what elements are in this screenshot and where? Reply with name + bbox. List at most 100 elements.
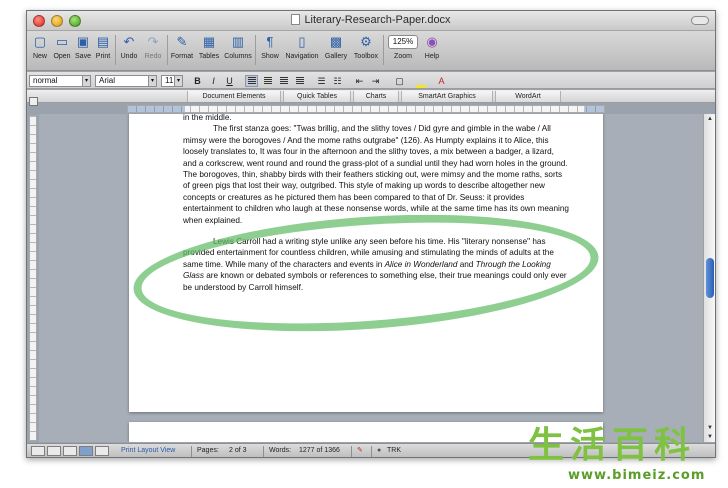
watermark-logo: 生活百科 <box>528 425 697 466</box>
tab-charts[interactable]: Charts <box>353 91 399 102</box>
status-separator <box>351 446 352 457</box>
new-doc-icon: ▢ <box>33 34 47 49</box>
notebook-view-button[interactable] <box>95 446 109 456</box>
print-icon: ▤ <box>96 34 110 49</box>
undo-button[interactable]: ↶ Undo <box>117 33 141 69</box>
bold-button[interactable]: B <box>191 75 204 87</box>
spelling-status-icon[interactable]: ✎ <box>357 444 363 457</box>
toolbar-separator <box>255 35 256 65</box>
numbering-button[interactable]: ☷ <box>331 75 344 87</box>
site-watermark: 生活百科 www.bimeiz.com <box>524 424 728 488</box>
words-label: Words: <box>269 447 292 454</box>
pages-value: 2 of 3 <box>229 447 247 454</box>
bullets-button[interactable]: ☰ <box>315 75 328 87</box>
pages-label: Pages: <box>197 447 219 454</box>
track-changes-icon: ● <box>377 447 382 454</box>
zoom-control[interactable]: 125% Zoom <box>385 33 421 69</box>
align-center-icon <box>263 77 272 84</box>
document-page[interactable]: in the middle. The first stanza goes: "T… <box>129 114 603 412</box>
toolbox-icon: ⚙ <box>360 34 372 49</box>
toolbar-separator <box>383 35 384 65</box>
font-color-button[interactable]: A <box>435 75 448 87</box>
navigation-icon: ▯ <box>298 34 306 49</box>
standard-toolbar: ▢ New ▭ Open ▣ Save ▤ Print ↶ Undo ↷ Redo ✎ For… <box>27 31 715 71</box>
ruler-ticks <box>30 116 36 440</box>
tab-wordart[interactable]: WordArt <box>495 91 561 102</box>
increase-indent-button[interactable]: ⇥ <box>369 75 382 87</box>
vertical-scrollbar[interactable]: ▲ ▼ ▼ <box>703 114 715 442</box>
track-changes-label[interactable]: TRK <box>387 444 401 457</box>
zoom-value[interactable]: 125% <box>388 35 418 49</box>
decrease-indent-button[interactable]: ⇤ <box>353 75 366 87</box>
current-view-label: Print Layout View <box>121 447 176 454</box>
toolbar-toggle-button[interactable] <box>691 16 709 25</box>
status-separator <box>263 446 264 457</box>
gallery-icon: ▩ <box>329 34 343 49</box>
toolbar-separator <box>167 35 168 65</box>
tab-smartart-graphics[interactable]: SmartArt Graphics <box>401 91 493 102</box>
columns-button[interactable]: ▥ Columns <box>223 33 253 69</box>
table-icon: ▦ <box>202 34 216 49</box>
underline-button[interactable]: U <box>223 75 236 87</box>
columns-icon: ▥ <box>231 34 245 49</box>
borders-button[interactable]: ▢ <box>393 75 406 87</box>
help-button[interactable]: ◉ Help <box>421 33 443 69</box>
document-icon <box>291 14 301 25</box>
document-canvas: in the middle. The first stanza goes: "T… <box>39 114 703 442</box>
italic-button[interactable]: I <box>207 75 220 87</box>
scroll-up-icon[interactable]: ▲ <box>706 115 714 123</box>
print-button[interactable]: ▤ Print <box>93 33 113 69</box>
navigation-button[interactable]: ▯ Navigation <box>283 33 321 69</box>
horizontal-ruler[interactable] <box>127 105 605 113</box>
brush-icon: ✎ <box>176 34 188 49</box>
font-size-select[interactable]: 11 ▾ <box>161 75 183 87</box>
document-body[interactable]: in the middle. The first stanza goes: "T… <box>183 114 569 293</box>
outline-view-button[interactable] <box>47 446 61 456</box>
undo-icon: ↶ <box>123 34 135 49</box>
print-layout-view-button[interactable] <box>79 446 93 456</box>
justify-icon <box>295 77 304 84</box>
draft-view-button[interactable] <box>31 446 45 456</box>
align-center-button[interactable] <box>261 75 274 87</box>
gallery-button[interactable]: ▩ Gallery <box>323 33 349 69</box>
redo-button[interactable]: ↷ Redo <box>141 33 165 69</box>
align-right-button[interactable] <box>277 75 290 87</box>
tab-quick-tables[interactable]: Quick Tables <box>283 91 351 102</box>
border-icon: ▢ <box>395 76 404 86</box>
chevron-down-icon: ▾ <box>82 76 90 86</box>
tab-stop-selector[interactable] <box>29 97 38 106</box>
title-bar: Literary-Research-Paper.docx <box>27 11 715 31</box>
style-select[interactable]: normal ▾ <box>29 75 91 87</box>
outdent-icon: ⇤ <box>355 76 364 86</box>
watermark-url: www.bimeiz.com <box>568 468 706 483</box>
paragraph-stanza: The first stanza goes: "Twas brillig, an… <box>183 124 569 225</box>
new-button[interactable]: ▢ New <box>29 33 51 69</box>
publishing-view-button[interactable] <box>63 446 77 456</box>
font-select[interactable]: Arial ▾ <box>95 75 157 87</box>
align-right-icon <box>279 77 288 84</box>
chevron-down-icon: ▾ <box>148 76 156 86</box>
scrollbar-thumb[interactable] <box>706 258 714 298</box>
highlight-button[interactable] <box>413 75 429 88</box>
format-button[interactable]: ✎ Format <box>169 33 195 69</box>
status-separator <box>191 446 192 457</box>
highlighter-icon <box>416 85 426 88</box>
window-title-text: Literary-Research-Paper.docx <box>304 14 451 26</box>
vertical-ruler[interactable] <box>29 115 37 441</box>
open-button[interactable]: ▭ Open <box>51 33 73 69</box>
save-button[interactable]: ▣ Save <box>73 33 93 69</box>
window-title: Literary-Research-Paper.docx <box>27 14 715 26</box>
help-icon: ◉ <box>426 34 438 49</box>
tab-document-elements[interactable]: Document Elements <box>187 91 281 102</box>
paragraph-carroll: Lewis Carroll had a writing style unlike… <box>183 237 567 292</box>
align-left-icon <box>247 77 256 84</box>
folder-icon: ▭ <box>55 34 69 49</box>
toolbox-button[interactable]: ⚙ Toolbox <box>351 33 381 69</box>
align-left-button[interactable] <box>245 75 258 87</box>
tables-button[interactable]: ▦ Tables <box>197 33 221 69</box>
toolbar-separator <box>115 35 116 65</box>
justify-button[interactable] <box>293 75 306 87</box>
show-button[interactable]: ¶ Show <box>259 33 281 69</box>
indent-icon: ⇥ <box>371 76 380 86</box>
